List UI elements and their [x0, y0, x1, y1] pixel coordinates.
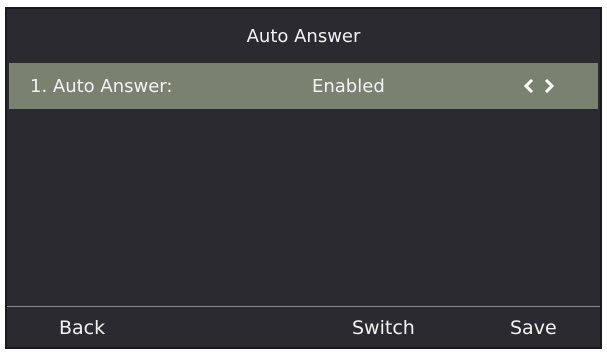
- setting-value[interactable]: Enabled: [312, 76, 385, 97]
- chevron-right-icon[interactable]: [544, 79, 554, 93]
- auto-answer-setting-row[interactable]: 1. Auto Answer: Enabled: [9, 63, 598, 109]
- save-softkey[interactable]: Save: [510, 317, 557, 339]
- phone-screen: Auto Answer 1. Auto Answer: Enabled Back…: [5, 7, 602, 349]
- softkey-bar: Back Switch Save: [7, 307, 600, 349]
- page-title: Auto Answer: [246, 25, 361, 47]
- value-switch-arrows[interactable]: [524, 79, 554, 93]
- chevron-left-icon[interactable]: [524, 79, 534, 93]
- back-softkey[interactable]: Back: [59, 317, 105, 339]
- setting-label: 1. Auto Answer:: [30, 75, 173, 97]
- switch-softkey[interactable]: Switch: [352, 317, 415, 339]
